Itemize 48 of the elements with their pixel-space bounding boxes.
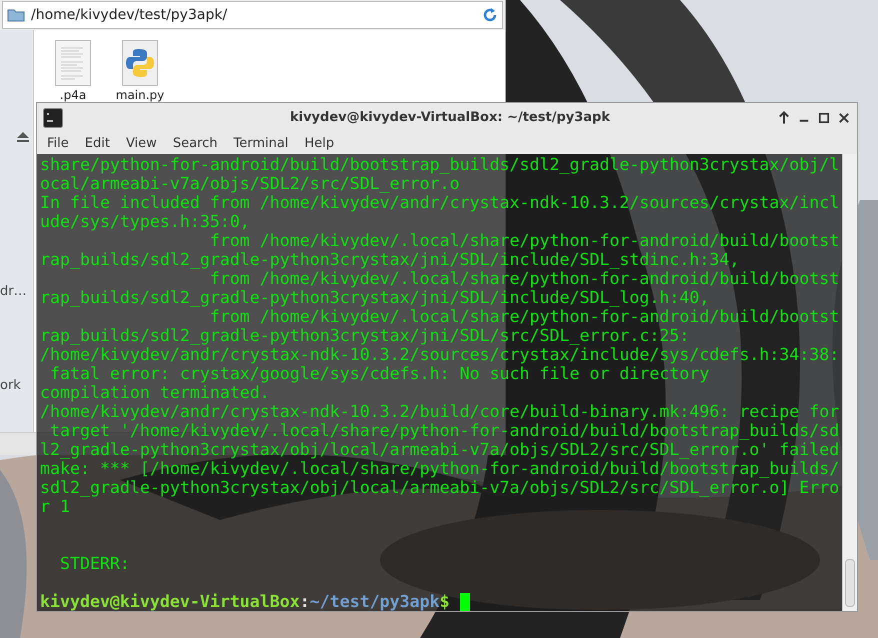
terminal-icon [43, 108, 63, 128]
menu-item[interactable]: Search [164, 136, 226, 151]
menu-item[interactable]: Terminal [225, 136, 296, 151]
menu-item[interactable]: View [118, 136, 165, 151]
keep-above-icon[interactable] [777, 110, 791, 125]
refresh-icon[interactable] [482, 7, 498, 23]
output-line: l2_gradle-python3crystax/obj/local/armeabi-v7a/objs/SDL2/src/SDL_error.o' failed [40, 440, 840, 459]
output-line: compilation terminated. [40, 383, 271, 402]
output-line: r 1 [40, 497, 71, 516]
menu-item[interactable]: Edit [76, 136, 118, 151]
output-line: sdl2_gradle-python3crystax/obj/local/armeabi-v7a/objs/SDL2/src/SDL_error.o] Erro [40, 478, 840, 497]
path-text: /home/kivydev/test/py3apk/ [31, 7, 228, 23]
window-title: kivydev@kivydev-VirtualBox: ~/test/py3apk [288, 110, 611, 126]
prompt-path: ~/test/py3apk [310, 592, 440, 611]
output-line: from /home/kivydev/.local/share/python-for-android/build/bootst [208, 231, 840, 250]
output-line: /home/kivydev/andr/crystax-ndk-10.3.2/sources/crystax/include/sys/cdefs.h:34:38: [40, 345, 840, 364]
output-line: from /home/kivydev/.local/share/python-for-android/build/bootst [208, 307, 840, 326]
scrollbar-thumb[interactable] [845, 559, 855, 607]
output-line: share/python-for-android/build/bootstrap_builds/sdl2_gradle-python3crystax/obj/l [40, 155, 840, 174]
menu-item[interactable]: Help [296, 136, 342, 151]
file-name[interactable]: main.py [116, 89, 164, 102]
path-field[interactable]: /home/kivydev/test/py3apk/ [2, 1, 503, 29]
maximize-icon[interactable] [817, 110, 831, 125]
folder-icon [7, 8, 25, 22]
output-line: target '/home/kivydev/.local/share/python-for-android/build/bootstrap_builds/sd [48, 421, 840, 440]
output-line: make: *** [/home/kivydev/.local/share/python-for-android/build/bootstrap_builds/ [40, 459, 840, 478]
menu-item[interactable]: File [39, 136, 77, 151]
sidebar-item[interactable]: dr… [0, 284, 27, 299]
stderr-label: STDERR: [58, 554, 131, 573]
prompt-user-host: kivydev@kivydev-VirtualBox [40, 592, 300, 611]
sidebar-item[interactable]: ork [0, 378, 21, 393]
output-line: ude/sys/types.h:35:0, [40, 212, 251, 231]
file-name[interactable]: .p4a [60, 89, 86, 102]
python-file-icon[interactable] [122, 40, 158, 86]
eject-icon[interactable] [17, 132, 29, 142]
output-line: rap_builds/sdl2_gradle-python3crystax/jni/SDL/src/SDL_error.c:25: [40, 326, 690, 345]
text-cursor [460, 592, 470, 610]
output-line: /home/kivydev/andr/crystax-ndk-10.3.2/build/core/build-binary.mk:496: recipe for [40, 402, 840, 421]
output-line: fatal error: crystax/google/sys/cdefs.h: No such file or directory [48, 364, 710, 383]
output-line: rap_builds/sdl2_gradle-python3crystax/jni/SDL/include/SDL_stdinc.h:34, [40, 250, 740, 269]
output-line: ocal/armeabi-v7a/objs/SDL2/src/SDL_error.o [40, 174, 461, 193]
prompt-separator: : [300, 592, 310, 611]
prompt-symbol: $ [440, 592, 450, 611]
output-line: from /home/kivydev/.local/share/python-for-android/build/bootst [208, 269, 840, 288]
output-line: In file included from /home/kivydev/andr/crystax-ndk-10.3.2/sources/crystax/incl [40, 193, 840, 212]
output-line: rap_builds/sdl2_gradle-python3crystax/jni/SDL/include/SDL_log.h:40, [40, 288, 710, 307]
scrollbar[interactable] [842, 154, 857, 611]
close-icon[interactable] [837, 110, 851, 125]
